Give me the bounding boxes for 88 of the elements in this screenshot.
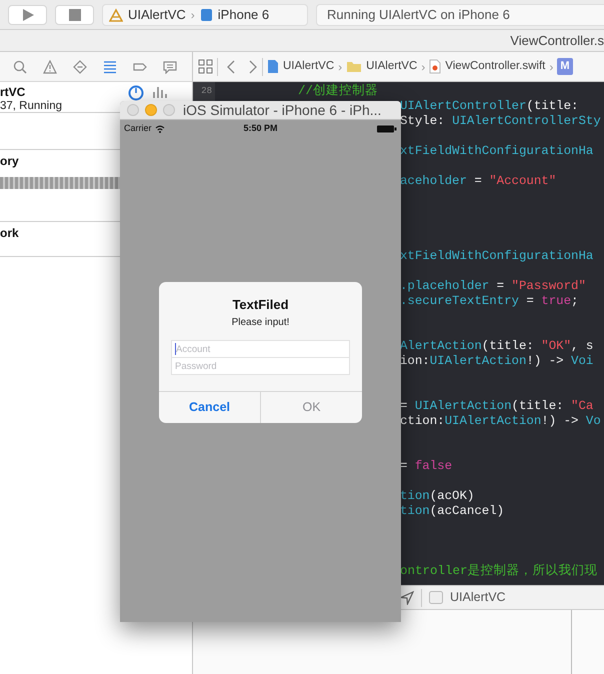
alert-message: Please input! bbox=[230, 317, 290, 329]
code-text: true bbox=[541, 294, 572, 309]
diamond-icon[interactable] bbox=[73, 60, 89, 74]
input-field[interactable]: Password bbox=[171, 357, 350, 375]
battery-icon bbox=[377, 125, 397, 133]
code-text: Voi bbox=[571, 354, 594, 369]
code-text: ion: bbox=[400, 354, 430, 369]
code-text: .secureTextEntry bbox=[400, 294, 519, 309]
alert-title: TextFiled bbox=[231, 297, 290, 313]
device-icon bbox=[200, 8, 213, 22]
code-comment: ontroller是控制器，所以我们现 bbox=[400, 564, 598, 579]
code-text: tion bbox=[400, 489, 430, 504]
code-text: UIAlertAction bbox=[444, 414, 542, 429]
breadcrumb-item[interactable]: UIAlertVC bbox=[366, 58, 418, 76]
code-text: .placeholder bbox=[400, 279, 490, 294]
code-text: "Password" bbox=[512, 279, 586, 294]
line-number: 28 bbox=[200, 85, 213, 98]
code-text: , s bbox=[571, 339, 594, 354]
gauge-title: ork bbox=[0, 226, 19, 240]
search-icon[interactable] bbox=[13, 60, 29, 74]
code-text: UIAlertAction bbox=[430, 354, 526, 369]
code-text: (acOK) bbox=[430, 489, 474, 504]
wifi-icon bbox=[154, 125, 165, 133]
code-text: AlertAction bbox=[400, 339, 482, 354]
scheme-selector[interactable]: UIAlertVC › iPhone 6 bbox=[102, 4, 308, 26]
code-text: UIAlertControllerSty bbox=[452, 114, 601, 129]
code-text: = bbox=[525, 294, 535, 309]
breadcrumb-separator: › bbox=[421, 58, 426, 76]
code-text: UIAlertAction bbox=[414, 399, 512, 414]
code-text: = bbox=[473, 174, 483, 189]
code-text: xtFieldWithConfigurationHa bbox=[400, 144, 594, 159]
device-name[interactable]: iPhone 6 bbox=[218, 4, 270, 24]
code-text: tion bbox=[400, 504, 430, 519]
window-title: iOS Simulator - iPhone 6 - iPh... bbox=[183, 100, 382, 120]
code-text: (title: bbox=[482, 339, 535, 354]
code-text: (title: bbox=[526, 99, 578, 114]
back-icon[interactable] bbox=[226, 60, 236, 74]
comment-icon[interactable] bbox=[163, 60, 179, 74]
activity-status: Running UIAlertVC on iPhone 6 bbox=[316, 4, 604, 26]
input-field[interactable]: Account bbox=[171, 340, 350, 358]
alert-action-button[interactable]: Cancel bbox=[159, 392, 260, 423]
code-text: "Account" bbox=[489, 174, 556, 189]
breadcrumb-separator: › bbox=[190, 6, 195, 24]
breadcrumb-separator: › bbox=[338, 58, 342, 76]
stop-icon bbox=[68, 8, 80, 20]
bars-icon bbox=[152, 85, 170, 99]
code-text: Vo bbox=[586, 414, 601, 429]
code-text: (acCancel) bbox=[430, 504, 504, 519]
folder-icon bbox=[346, 60, 362, 73]
breadcrumb-item[interactable]: ViewController.swift bbox=[445, 58, 546, 76]
scheme-name[interactable]: UIAlertVC bbox=[128, 4, 186, 24]
play-icon bbox=[20, 8, 34, 22]
process-selector[interactable]: UIAlertVC bbox=[450, 588, 506, 607]
stop-button[interactable] bbox=[55, 4, 94, 24]
code-text: "Ca bbox=[571, 399, 594, 414]
code-text: = bbox=[400, 459, 408, 474]
run-button[interactable] bbox=[8, 4, 47, 24]
code-comment: //创建控制器 bbox=[298, 84, 378, 99]
swift-file-icon bbox=[429, 59, 442, 74]
code-text: false bbox=[414, 459, 452, 474]
app-icon bbox=[429, 591, 443, 604]
code-text: ction: bbox=[400, 414, 445, 429]
forward-icon[interactable] bbox=[248, 60, 258, 74]
location-arrow-icon[interactable] bbox=[400, 590, 414, 604]
process-status: 37, Running bbox=[0, 99, 62, 113]
gauge-title: ory bbox=[0, 154, 19, 168]
code-text: (title: bbox=[512, 399, 565, 414]
file-tab[interactable]: ViewController.s bbox=[510, 30, 604, 50]
code-text: !) -> bbox=[541, 414, 580, 429]
code-text: xtFieldWithConfigurationHa bbox=[400, 249, 594, 264]
breadcrumb-item[interactable]: UIAlertVC bbox=[283, 58, 334, 76]
code-text: ; bbox=[571, 294, 578, 309]
project-file-icon bbox=[267, 59, 279, 74]
process-name: rtVC bbox=[0, 85, 26, 99]
code-text: = bbox=[400, 399, 408, 414]
code-text: "OK" bbox=[541, 339, 572, 354]
breadcrumb-separator: › bbox=[549, 58, 554, 76]
code-text: Style: bbox=[400, 114, 446, 129]
code-text: = bbox=[496, 279, 506, 294]
list-icon[interactable] bbox=[103, 60, 119, 74]
code-text: !) -> bbox=[526, 354, 565, 369]
gauge-icon bbox=[128, 85, 144, 101]
code-text: aceholder bbox=[400, 174, 467, 189]
warning-icon[interactable] bbox=[43, 60, 59, 74]
grid-icon[interactable] bbox=[198, 59, 213, 74]
carrier-label: Carrier bbox=[124, 122, 152, 136]
status-time: 5:50 PM bbox=[242, 122, 278, 136]
minimize-button[interactable] bbox=[145, 104, 157, 116]
